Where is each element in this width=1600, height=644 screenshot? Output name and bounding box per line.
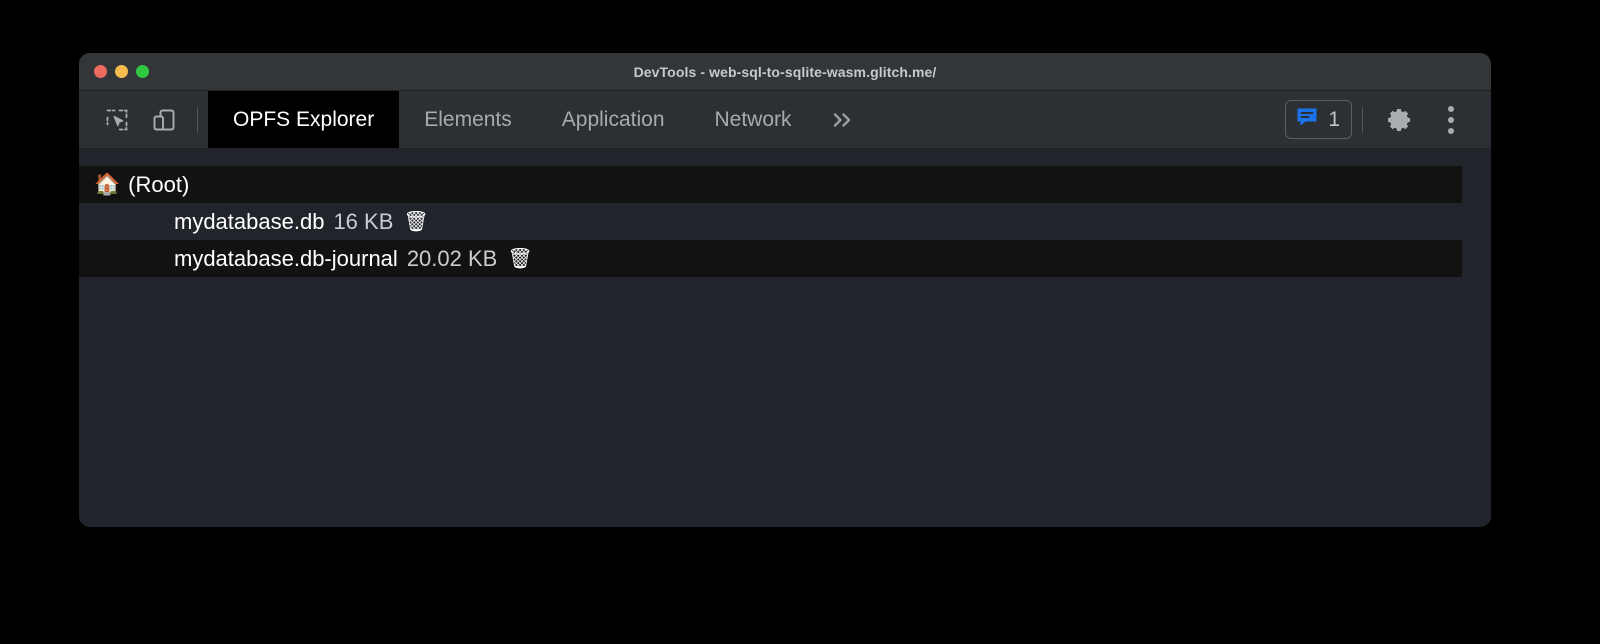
console-message-icon xyxy=(1295,105,1319,134)
root-label: (Root) xyxy=(128,171,190,197)
vertical-dots xyxy=(1448,105,1454,134)
toolbar-divider-right xyxy=(1362,106,1363,133)
window-title: DevTools - web-sql-to-sqlite-wasm.glitch… xyxy=(633,63,937,80)
tab-network[interactable]: Network xyxy=(690,91,817,148)
tab-application[interactable]: Application xyxy=(537,91,690,148)
traffic-light-controls xyxy=(94,53,149,90)
table-row[interactable]: 🏠 (Root) xyxy=(79,166,1462,203)
tab-elements[interactable]: Elements xyxy=(399,91,537,148)
tab-opfs-explorer[interactable]: OPFS Explorer xyxy=(208,91,400,148)
close-window-button[interactable] xyxy=(94,65,107,78)
table-row[interactable]: mydatabase.db 16 KB 🗑 xyxy=(79,203,1462,240)
gear-icon[interactable] xyxy=(1373,100,1425,140)
maximize-window-button[interactable] xyxy=(136,65,149,78)
panel-tabs: OPFS Explorer Elements Application Netwo… xyxy=(208,91,817,148)
opfs-explorer-panel: 🏠 (Root) mydatabase.db 16 KB 🗑 mydatabas… xyxy=(79,149,1491,527)
more-options-icon[interactable] xyxy=(1425,100,1477,140)
console-message-badge[interactable]: 1 xyxy=(1285,100,1352,139)
file-size: 20.02 KB xyxy=(406,245,498,271)
more-tabs-chevron-icon[interactable] xyxy=(817,91,869,148)
tab-bar-right-controls: 1 xyxy=(1285,91,1491,148)
table-row[interactable]: mydatabase.db-journal 20.02 KB 🗑 xyxy=(79,240,1462,277)
file-size: 16 KB xyxy=(333,208,394,234)
console-message-count: 1 xyxy=(1328,108,1340,131)
file-name: mydatabase.db xyxy=(174,208,325,234)
inspect-element-icon[interactable] xyxy=(93,91,140,148)
desktop-backdrop: DevTools - web-sql-to-sqlite-wasm.glitch… xyxy=(0,0,1600,644)
delete-file-icon[interactable]: 🗑 xyxy=(403,212,428,232)
window-title-bar[interactable]: DevTools - web-sql-to-sqlite-wasm.glitch… xyxy=(79,53,1491,91)
minimize-window-button[interactable] xyxy=(115,65,128,78)
toolbar-divider-left xyxy=(197,106,198,133)
house-icon: 🏠 xyxy=(94,173,121,196)
devtools-window: DevTools - web-sql-to-sqlite-wasm.glitch… xyxy=(79,53,1491,527)
devtools-tab-bar: OPFS Explorer Elements Application Netwo… xyxy=(79,91,1491,149)
device-toolbar-icon[interactable] xyxy=(140,91,187,148)
file-name: mydatabase.db-journal xyxy=(174,245,398,271)
delete-file-icon[interactable]: 🗑 xyxy=(507,249,532,269)
file-tree: 🏠 (Root) mydatabase.db 16 KB 🗑 mydatabas… xyxy=(79,166,1462,277)
